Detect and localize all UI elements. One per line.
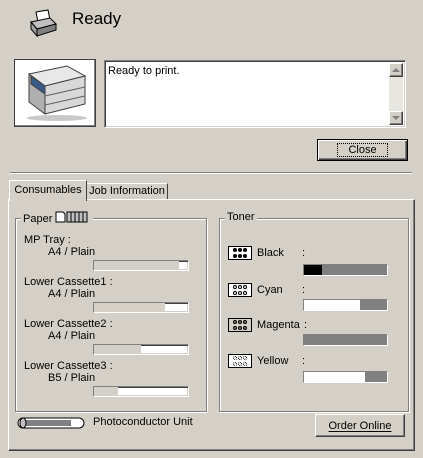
paper-level-fill-2 bbox=[94, 345, 141, 354]
paper-level-fill-0 bbox=[94, 261, 179, 270]
paper-source-3: Lower Cassette3 : B5 / Plain bbox=[24, 360, 194, 384]
tab-consumables-label: Consumables bbox=[14, 184, 82, 196]
status-message: Ready to print. bbox=[108, 65, 180, 77]
paper-source-size: A4 / Plain bbox=[48, 246, 96, 258]
paper-source-name: Lower Cassette2 : bbox=[24, 318, 113, 330]
paper-level-fill-3 bbox=[94, 387, 118, 396]
tab-consumables[interactable]: Consumables bbox=[9, 180, 87, 201]
paper-stack-icon bbox=[55, 211, 91, 226]
tab-job-information-label: Job Information bbox=[89, 185, 165, 197]
tab-job-information[interactable]: Job Information bbox=[86, 183, 168, 200]
paper-group-legend: Paper bbox=[21, 211, 94, 226]
paper-source-size: A4 / Plain bbox=[48, 330, 96, 342]
paper-source-2: Lower Cassette2 : A4 / Plain bbox=[24, 318, 194, 342]
photoconductor-label: Photoconductor Unit bbox=[93, 416, 193, 428]
paper-source-1: Lower Cassette1 : A4 / Plain bbox=[24, 276, 194, 300]
toner-name-cyan: Cyan bbox=[257, 284, 283, 296]
scroll-down-button[interactable] bbox=[389, 111, 403, 125]
paper-level-fill-1 bbox=[94, 303, 165, 312]
photoconductor-icon bbox=[17, 417, 85, 429]
paper-source-name: MP Tray : bbox=[24, 234, 71, 246]
toner-level-bar-yellow bbox=[303, 371, 388, 383]
paper-source-size: B5 / Plain bbox=[48, 372, 96, 384]
status-title: Ready bbox=[72, 9, 122, 28]
magenta-toner-icon bbox=[228, 318, 252, 332]
paper-source-0: MP Tray : A4 / Plain bbox=[24, 234, 194, 258]
status-message-box[interactable]: Ready to print. bbox=[104, 60, 406, 128]
yellow-toner-icon bbox=[228, 354, 252, 368]
paper-source-size: A4 / Plain bbox=[48, 288, 96, 300]
toner-empty-yellow bbox=[304, 372, 366, 382]
close-label: Close bbox=[337, 143, 388, 157]
toner-fill-black bbox=[322, 265, 387, 275]
toner-level-bar-black bbox=[303, 264, 388, 276]
paper-group-label: Paper bbox=[23, 212, 53, 225]
vertical-scrollbar[interactable] bbox=[389, 63, 403, 125]
close-button[interactable]: Close bbox=[317, 139, 408, 161]
arrow-up-icon bbox=[392, 68, 400, 72]
paper-level-bar-3 bbox=[93, 386, 189, 397]
toner-empty-cyan bbox=[304, 300, 361, 310]
paper-level-bar-2 bbox=[93, 344, 189, 355]
toner-fill-cyan bbox=[360, 300, 387, 310]
cyan-toner-icon bbox=[228, 283, 252, 297]
arrow-down-icon bbox=[392, 116, 400, 120]
toner-colon-magenta: : bbox=[304, 319, 308, 331]
toner-group-label: Toner bbox=[225, 211, 257, 223]
printer-image bbox=[14, 59, 96, 127]
paper-source-name: Lower Cassette1 : bbox=[24, 276, 113, 288]
toner-fill-magenta bbox=[304, 335, 387, 345]
printer-icon bbox=[28, 8, 58, 38]
paper-level-bar-1 bbox=[93, 302, 189, 313]
toner-colon-cyan: : bbox=[302, 284, 306, 296]
toner-name-yellow: Yellow bbox=[257, 355, 289, 367]
order-online-label: Order Online bbox=[328, 420, 392, 432]
separator bbox=[10, 172, 412, 174]
black-toner-icon bbox=[228, 246, 252, 260]
toner-level-bar-magenta bbox=[303, 334, 388, 346]
toner-fill-yellow bbox=[365, 372, 387, 382]
toner-name-black: Black bbox=[257, 247, 284, 259]
toner-empty-black bbox=[304, 265, 323, 275]
toner-level-bar-cyan bbox=[303, 299, 388, 311]
scroll-up-button[interactable] bbox=[389, 63, 403, 77]
toner-name-magenta: Magenta bbox=[257, 319, 300, 331]
paper-level-bar-0 bbox=[93, 260, 189, 271]
order-online-button[interactable]: Order Online bbox=[315, 414, 405, 437]
paper-source-name: Lower Cassette3 : bbox=[24, 360, 113, 372]
toner-colon-yellow: : bbox=[302, 355, 306, 367]
toner-colon-black: : bbox=[302, 247, 306, 259]
